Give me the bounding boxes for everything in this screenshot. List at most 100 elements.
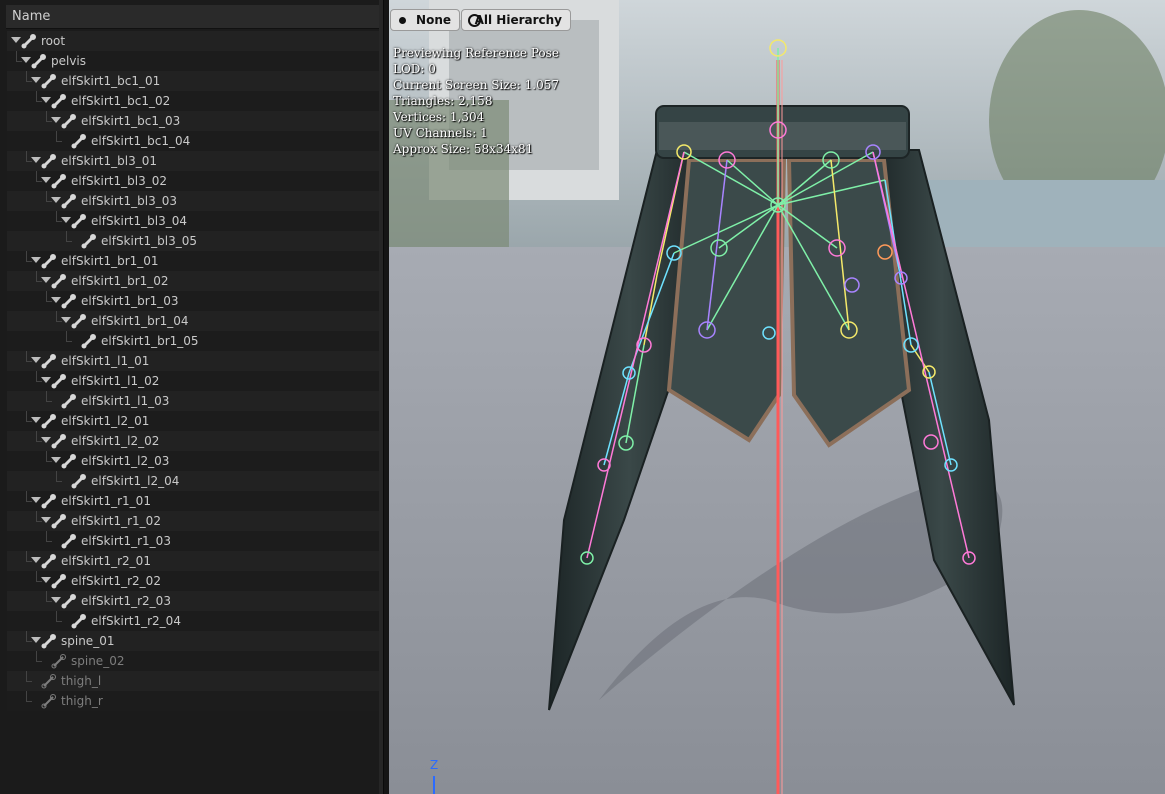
tree-guide-line [26, 551, 27, 561]
tree-row[interactable]: elfSkirt1_bl3_01 [7, 151, 379, 171]
expand-arrow-icon[interactable] [41, 437, 51, 443]
bone-name-label: elfSkirt1_l2_04 [91, 474, 180, 488]
radio-dot-icon [399, 17, 406, 24]
tree-row[interactable]: spine_01 [7, 631, 379, 651]
tree-row[interactable]: thigh_r [7, 691, 379, 711]
tree-row[interactable]: elfSkirt1_br1_05 [7, 331, 379, 351]
tree-guide-line [26, 491, 27, 501]
tree-row[interactable]: elfSkirt1_r2_02 [7, 571, 379, 591]
tree-guide-line [56, 481, 62, 482]
expand-arrow-icon[interactable] [41, 177, 51, 183]
tree-row[interactable]: elfSkirt1_l2_03 [7, 451, 379, 471]
tree-guide-line [26, 151, 27, 161]
skirt-front-left [666, 158, 787, 443]
expand-arrow-icon[interactable] [61, 217, 71, 223]
tree-row[interactable]: elfSkirt1_r1_03 [7, 531, 379, 551]
expand-arrow-icon[interactable] [31, 497, 41, 503]
tree-guide-line [26, 631, 27, 641]
expand-arrow-icon[interactable] [41, 377, 51, 383]
bone-icon [51, 654, 66, 669]
expand-arrow-icon[interactable] [41, 277, 51, 283]
tree-guide-line [46, 391, 47, 401]
bone-icon [71, 134, 86, 149]
tree-row[interactable]: elfSkirt1_r2_01 [7, 551, 379, 571]
expand-arrow-icon[interactable] [51, 297, 61, 303]
tree-row[interactable]: spine_02 [7, 651, 379, 671]
expand-arrow-icon[interactable] [31, 417, 41, 423]
tree-row[interactable]: elfSkirt1_bc1_04 [7, 131, 379, 151]
tree-row[interactable]: elfSkirt1_bc1_01 [7, 71, 379, 91]
bone-icon [41, 154, 56, 169]
expand-arrow-icon[interactable] [31, 357, 41, 363]
expand-arrow-icon[interactable] [31, 637, 41, 643]
tree-row[interactable]: elfSkirt1_bl3_03 [7, 191, 379, 211]
show-none-button[interactable]: None [390, 9, 460, 31]
preview-viewport[interactable]: None All Hierarchy Previewing Reference … [389, 0, 1165, 794]
expand-arrow-icon[interactable] [31, 77, 41, 83]
panel-splitter[interactable] [379, 0, 383, 794]
tree-guide-line [16, 51, 17, 61]
expand-arrow-icon[interactable] [31, 557, 41, 563]
expand-arrow-icon[interactable] [61, 317, 71, 323]
tree-guide-line [56, 311, 57, 321]
tree-row[interactable]: elfSkirt1_br1_03 [7, 291, 379, 311]
tree-guide-line [36, 371, 37, 381]
bone-icon [81, 334, 96, 349]
expand-arrow-icon[interactable] [41, 577, 51, 583]
expand-arrow-icon[interactable] [11, 37, 21, 43]
expand-arrow-icon[interactable] [41, 517, 51, 523]
expand-arrow-icon[interactable] [21, 57, 31, 63]
tree-guide-line [56, 141, 62, 142]
expand-arrow-icon[interactable] [51, 197, 61, 203]
bone-icon [61, 194, 76, 209]
info-lod: LOD: 0 [393, 62, 436, 76]
tree-row[interactable]: elfSkirt1_r1_02 [7, 511, 379, 531]
tree-row[interactable]: elfSkirt1_bl3_02 [7, 171, 379, 191]
bone-name-label: elfSkirt1_r1_02 [71, 514, 161, 528]
tree-row[interactable]: elfSkirt1_bl3_05 [7, 231, 379, 251]
bone-name-label: spine_01 [61, 634, 115, 648]
expand-arrow-icon[interactable] [31, 257, 41, 263]
tree-row[interactable]: elfSkirt1_r1_01 [7, 491, 379, 511]
tree-row[interactable]: elfSkirt1_bl3_04 [7, 211, 379, 231]
tree-row[interactable]: elfSkirt1_l1_03 [7, 391, 379, 411]
tree-guide-line [56, 131, 57, 141]
expand-arrow-icon[interactable] [51, 457, 61, 463]
tree-row[interactable]: elfSkirt1_bc1_02 [7, 91, 379, 111]
tree-guide-line [36, 171, 37, 181]
tree-guide-line [66, 341, 72, 342]
tree-row[interactable]: elfSkirt1_r2_04 [7, 611, 379, 631]
name-column-header[interactable]: Name [6, 5, 381, 29]
tree-row[interactable]: elfSkirt1_l1_01 [7, 351, 379, 371]
expand-arrow-icon[interactable] [51, 597, 61, 603]
tree-row[interactable]: elfSkirt1_bc1_03 [7, 111, 379, 131]
tree-guide-line [36, 571, 37, 581]
tree-row[interactable]: elfSkirt1_br1_04 [7, 311, 379, 331]
show-all-hierarchy-button[interactable]: All Hierarchy [461, 9, 571, 31]
tree-row[interactable]: elfSkirt1_br1_01 [7, 251, 379, 271]
info-uv-channels: UV Channels: 1 [393, 126, 488, 140]
tree-row[interactable]: elfSkirt1_br1_02 [7, 271, 379, 291]
tree-row[interactable]: elfSkirt1_l2_01 [7, 411, 379, 431]
tree-row[interactable]: thigh_l [7, 671, 379, 691]
tree-row[interactable]: elfSkirt1_l1_02 [7, 371, 379, 391]
tree-guide-line [56, 621, 62, 622]
bone-icon [41, 494, 56, 509]
expand-arrow-icon[interactable] [31, 157, 41, 163]
tree-guide-line [66, 231, 67, 241]
tree-row[interactable]: pelvis [7, 51, 379, 71]
tree-row[interactable]: elfSkirt1_l2_04 [7, 471, 379, 491]
tree-row[interactable]: elfSkirt1_l2_02 [7, 431, 379, 451]
bone-icon [51, 274, 66, 289]
tree-row[interactable]: elfSkirt1_r2_03 [7, 591, 379, 611]
bone-name-label: elfSkirt1_r2_03 [81, 594, 171, 608]
expand-arrow-icon[interactable] [51, 117, 61, 123]
tree-guide-line [36, 91, 37, 101]
bone-name-label: elfSkirt1_r2_01 [61, 554, 151, 568]
tree-row[interactable]: root [7, 31, 379, 51]
tree-guide-line [26, 681, 32, 682]
tree-guide-line [26, 411, 27, 421]
expand-arrow-icon[interactable] [41, 97, 51, 103]
bone-name-label: elfSkirt1_r1_01 [61, 494, 151, 508]
bone-icon [41, 414, 56, 429]
